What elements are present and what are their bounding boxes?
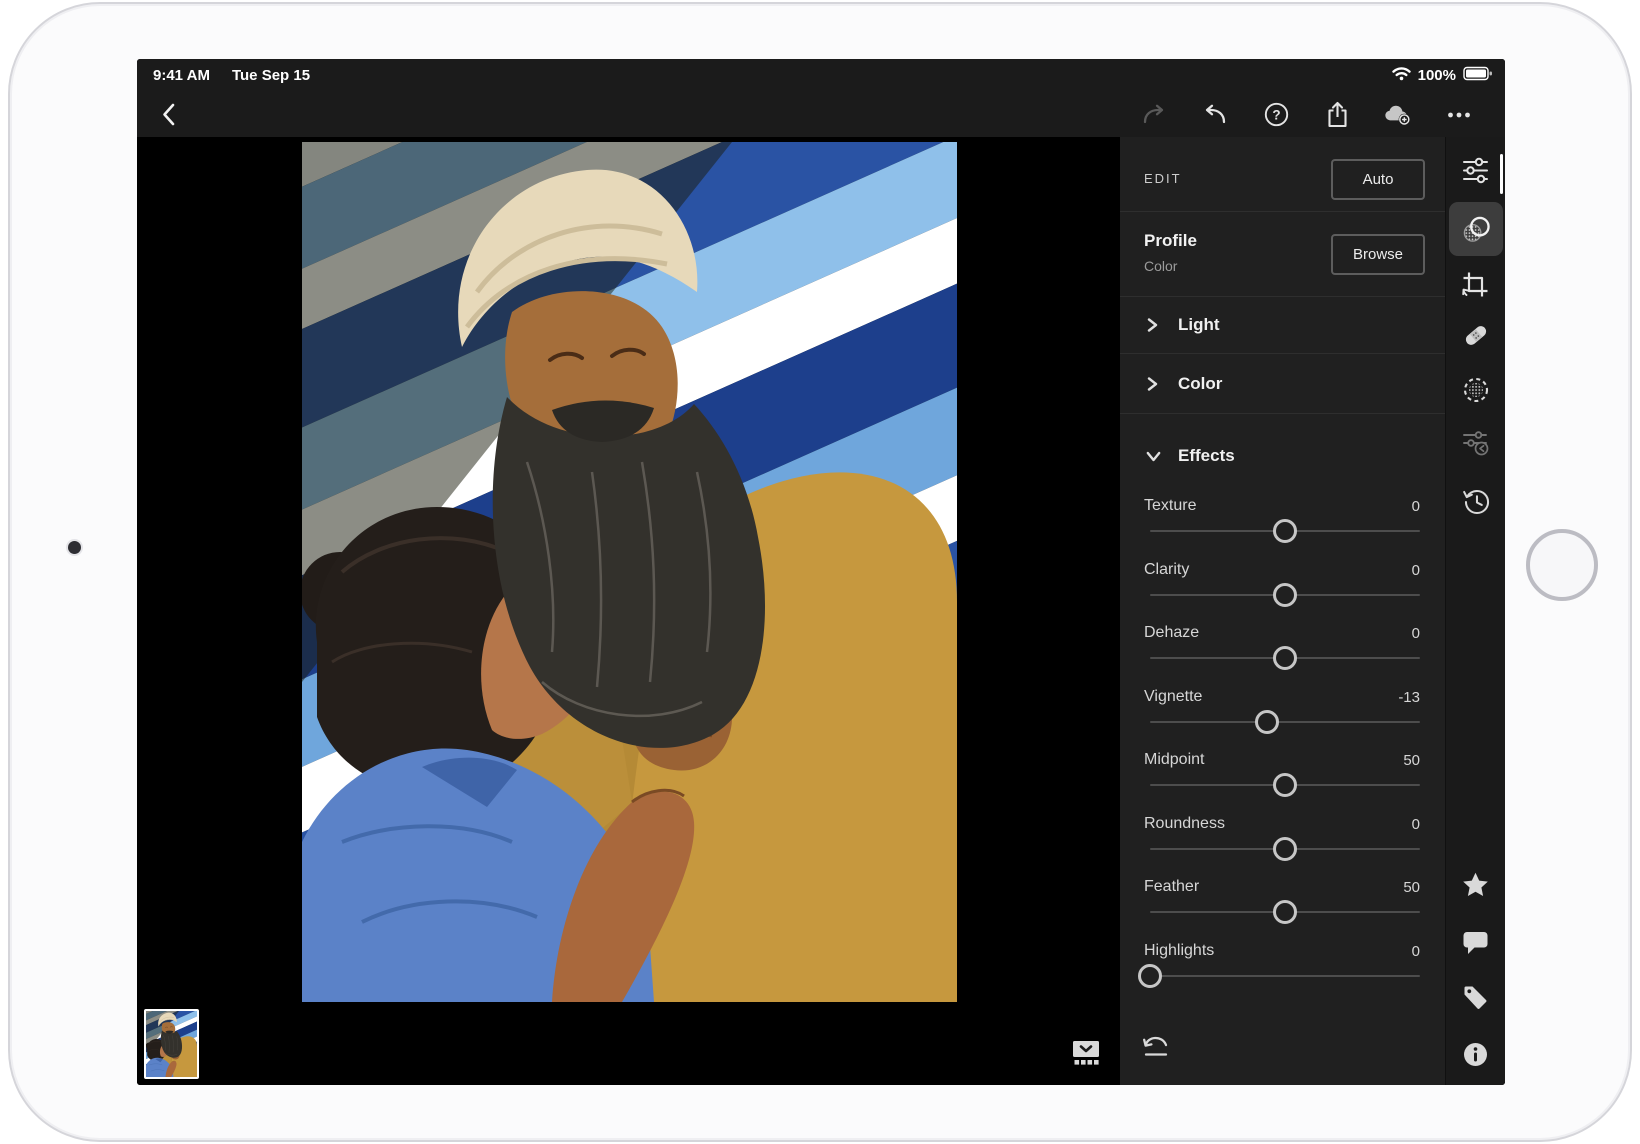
status-time: 9:41 AM — [153, 67, 210, 84]
edit-panel: EDIT Auto Profile Color Browse Light — [1120, 137, 1445, 1085]
slider-value: -13 — [1398, 689, 1420, 706]
slider-value: 50 — [1403, 752, 1420, 769]
slider-track[interactable] — [1150, 784, 1420, 786]
slider-value: 0 — [1412, 562, 1420, 579]
slider-texture: Texture 0 — [1120, 484, 1445, 548]
slider-value: 50 — [1403, 879, 1420, 896]
slider-label: Feather — [1144, 878, 1199, 896]
cloud-add-icon[interactable] — [1384, 101, 1412, 129]
slider-feather: Feather 50 — [1120, 865, 1445, 929]
battery-icon — [1463, 66, 1493, 85]
slider-track[interactable] — [1150, 530, 1420, 532]
section-color[interactable]: Color — [1120, 354, 1445, 414]
filmstrip-toggle-icon[interactable] — [1071, 1039, 1101, 1066]
undo-arrow-icon[interactable] — [1201, 101, 1229, 129]
back-button[interactable] — [151, 98, 185, 132]
profile-value: Color — [1144, 258, 1177, 274]
info-circle-icon[interactable] — [1462, 1040, 1490, 1068]
undo-edits-icon[interactable] — [1142, 1035, 1174, 1061]
slider-knob[interactable] — [1138, 964, 1162, 988]
question-circle-icon[interactable]: ? — [1262, 101, 1290, 129]
redo-arrow-icon[interactable] — [1140, 101, 1168, 129]
slider-label: Texture — [1144, 497, 1196, 515]
slider-value: 0 — [1412, 498, 1420, 515]
tool-rail — [1445, 137, 1505, 1085]
slider-dehaze: Dehaze 0 — [1120, 611, 1445, 675]
slider-midpoint: Midpoint 50 — [1120, 738, 1445, 802]
slider-value: 0 — [1412, 816, 1420, 833]
slider-label: Clarity — [1144, 561, 1189, 579]
wifi-icon — [1392, 66, 1411, 85]
comment-bubble-icon[interactable] — [1462, 928, 1490, 956]
slider-track[interactable] — [1150, 657, 1420, 659]
photo-thumbnail[interactable] — [144, 1009, 199, 1079]
slider-knob[interactable] — [1273, 646, 1297, 670]
toolbar: ? — [137, 92, 1505, 137]
slider-track[interactable] — [1150, 848, 1420, 850]
slider-knob[interactable] — [1273, 773, 1297, 797]
photo[interactable] — [302, 142, 957, 1002]
history-clock-icon[interactable] — [1462, 488, 1490, 516]
camera-icon — [68, 541, 81, 554]
star-icon[interactable] — [1462, 871, 1490, 899]
slider-knob[interactable] — [1273, 837, 1297, 861]
photo-canvas[interactable] — [137, 137, 1120, 1085]
auto-button[interactable]: Auto — [1331, 159, 1425, 200]
battery-percent: 100% — [1418, 67, 1456, 84]
chevron-down-icon — [1146, 449, 1158, 463]
page: 9:41 AM Tue Sep 15 100% — [0, 0, 1640, 1144]
section-label: Color — [1178, 374, 1222, 394]
section-label: Light — [1178, 315, 1220, 335]
slider-knob[interactable] — [1255, 710, 1279, 734]
healing-bandaid-icon[interactable] — [1462, 321, 1490, 349]
status-bar: 9:41 AM Tue Sep 15 100% — [137, 59, 1505, 92]
slider-value: 0 — [1412, 943, 1420, 960]
slider-label: Dehaze — [1144, 624, 1199, 642]
section-effects[interactable]: Effects — [1120, 414, 1445, 484]
slider-knob[interactable] — [1273, 900, 1297, 924]
section-label: Effects — [1178, 446, 1235, 466]
ipad-device: 9:41 AM Tue Sep 15 100% — [8, 2, 1632, 1142]
slider-roundness: Roundness 0 — [1120, 802, 1445, 866]
copy-settings-icon[interactable] — [1462, 428, 1490, 456]
slider-track[interactable] — [1150, 721, 1420, 723]
screen: 9:41 AM Tue Sep 15 100% — [137, 59, 1505, 1085]
chevron-right-icon — [1146, 318, 1158, 332]
slider-label: Highlights — [1144, 942, 1214, 960]
slider-vignette: Vignette -13 — [1120, 675, 1445, 739]
profile-label: Profile — [1144, 231, 1197, 251]
status-date: Tue Sep 15 — [232, 67, 310, 84]
panel-title: EDIT — [1144, 171, 1182, 186]
slider-track[interactable] — [1150, 975, 1420, 977]
ellipsis-icon[interactable] — [1445, 101, 1473, 129]
slider-knob[interactable] — [1273, 583, 1297, 607]
profile-row: Profile Color Browse — [1120, 212, 1445, 297]
slider-track[interactable] — [1150, 594, 1420, 596]
slider-label: Roundness — [1144, 815, 1225, 833]
scroll-indicator — [1500, 154, 1503, 194]
slider-label: Vignette — [1144, 688, 1202, 706]
share-icon[interactable] — [1323, 101, 1351, 129]
slider-value: 0 — [1412, 625, 1420, 642]
edit-header-row: EDIT Auto — [1120, 147, 1445, 212]
home-button[interactable] — [1526, 529, 1598, 601]
chevron-right-icon — [1146, 377, 1158, 391]
overlap-circles-icon[interactable] — [1462, 215, 1490, 243]
slider-track[interactable] — [1150, 911, 1420, 913]
tag-icon[interactable] — [1462, 983, 1490, 1011]
browse-button[interactable]: Browse — [1331, 234, 1425, 275]
slider-clarity: Clarity 0 — [1120, 548, 1445, 612]
slider-knob[interactable] — [1273, 519, 1297, 543]
section-light[interactable]: Light — [1120, 297, 1445, 354]
effects-sliders: Texture 0 Clarity 0 Dehaze 0 — [1120, 484, 1445, 992]
masking-circle-icon[interactable] — [1462, 376, 1490, 404]
crop-icon[interactable] — [1462, 270, 1490, 298]
slider-label: Midpoint — [1144, 751, 1204, 769]
slider-highlights: Highlights 0 — [1120, 929, 1445, 993]
svg-text:?: ? — [1272, 107, 1280, 122]
sliders-icon[interactable] — [1462, 156, 1490, 184]
